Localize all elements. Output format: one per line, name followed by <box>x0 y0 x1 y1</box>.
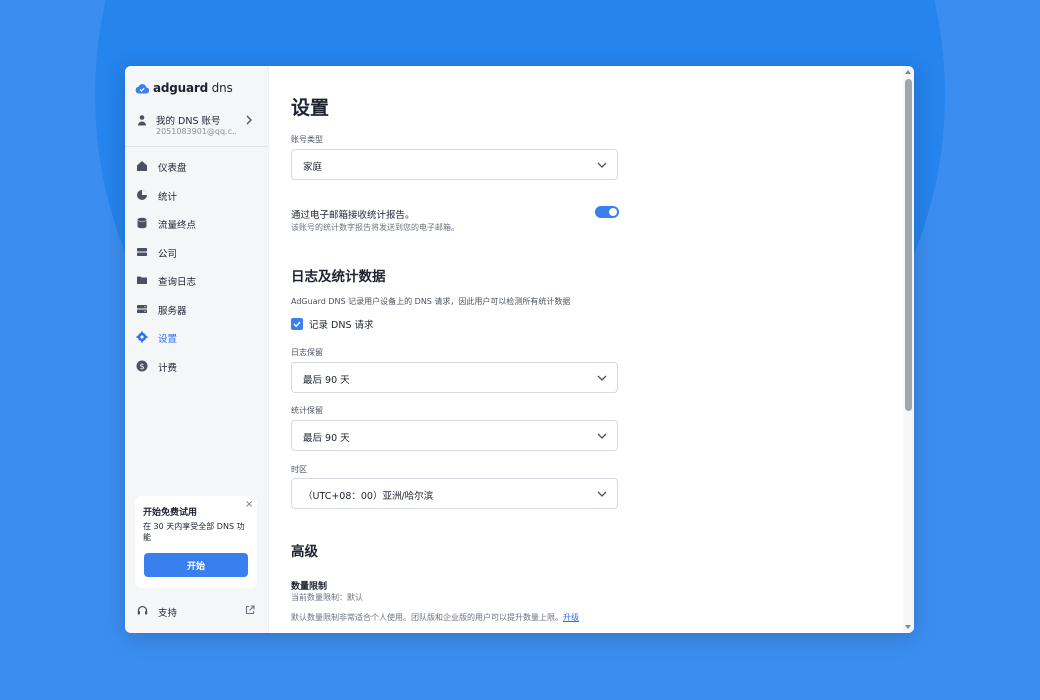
sidebar-item-label: 仪表盘 <box>158 163 187 174</box>
user-icon <box>138 115 146 126</box>
sidebar-item-label: 统计 <box>158 191 178 203</box>
headset-icon <box>137 605 148 615</box>
chevron-right-icon <box>246 115 252 125</box>
email-reports-description: 该账号的统计数字报告将发送到您的电子邮箱。 <box>291 223 459 232</box>
sidebar-item-label: 查询日志 <box>158 277 197 288</box>
email-reports-title: 通过电子邮箱接收统计报告。 <box>291 210 415 221</box>
upgrade-link[interactable]: 升级 <box>563 613 579 622</box>
brand-name: adguard dns <box>153 81 233 95</box>
scrollbar[interactable] <box>903 66 914 633</box>
scroll-thumb[interactable] <box>905 79 912 411</box>
trial-card: 开始免费试用 × 在 30 天内享受全部 DNS 功能 开始 <box>135 496 257 588</box>
close-icon[interactable]: × <box>245 499 253 510</box>
sidebar-item-label: 计费 <box>158 362 178 374</box>
trial-title: 开始免费试用 <box>143 508 198 518</box>
svg-text:$: $ <box>139 362 144 371</box>
sidebar-item-label: 服务器 <box>158 305 187 317</box>
sidebar-item-label: 公司 <box>158 248 178 260</box>
timezone-select[interactable]: （UTC+08：00）亚洲/哈尔滨 <box>291 478 618 509</box>
chevron-down-icon <box>597 433 607 439</box>
limit-current: 当前数量限制：默认 <box>291 593 363 602</box>
toggle-knob <box>609 208 617 216</box>
sidebar-item-company[interactable]: 公司 <box>125 238 268 267</box>
chevron-down-icon <box>597 491 607 497</box>
log-retention-label: 日志保留 <box>291 348 323 357</box>
chevron-down-icon <box>597 162 607 168</box>
stats-retention-label: 统计保留 <box>291 406 323 415</box>
logs-section-title: 日志及统计数据 <box>291 269 386 285</box>
advanced-section-title: 高级 <box>291 544 318 560</box>
limit-description-text: 默认数量限制非常适合个人使用。团队版和企业版的用户可以提升数量上限。 <box>291 613 563 622</box>
pie-chart-icon <box>137 189 147 200</box>
cloud-check-icon <box>135 83 149 94</box>
account-switcher[interactable]: 我的 DNS 账号 2051083901@qq.c... <box>125 108 268 147</box>
sidebar-item-servers[interactable]: 服务器 <box>125 295 268 324</box>
server-icon <box>137 247 147 256</box>
support-label: 支持 <box>158 608 178 619</box>
checkbox-checked <box>291 318 303 330</box>
trial-description: 在 30 天内享受全部 DNS 功能 <box>143 522 245 542</box>
account-type-value: 家庭 <box>303 162 323 173</box>
gear-icon <box>136 331 148 343</box>
log-retention-select[interactable]: 最后 90 天 <box>291 362 618 393</box>
page-title: 设置 <box>291 97 330 119</box>
sidebar-item-settings[interactable]: 设置 <box>125 323 268 352</box>
sidebar-item-billing[interactable]: $ 计费 <box>125 352 268 381</box>
logs-section-description: AdGuard DNS 记录用户设备上的 DNS 请求，因此用户可以检测所有统计… <box>291 297 571 306</box>
scroll-down-arrow-icon[interactable] <box>905 625 911 629</box>
home-icon <box>137 161 147 171</box>
folder-icon <box>137 276 147 284</box>
sidebar-item-dashboard[interactable]: 仪表盘 <box>125 152 268 181</box>
scroll-up-arrow-icon[interactable] <box>905 70 911 74</box>
log-retention-value: 最后 90 天 <box>303 375 350 386</box>
database-icon <box>137 217 147 229</box>
limit-title: 数量限制 <box>291 582 328 592</box>
sidebar-item-statistics[interactable]: 统计 <box>125 181 268 210</box>
logo[interactable]: adguard dns <box>135 81 233 95</box>
sidebar-item-query-log[interactable]: 查询日志 <box>125 266 268 295</box>
sidebar-item-label: 流量终点 <box>158 220 197 231</box>
sidebar-item-endpoints[interactable]: 流量终点 <box>125 209 268 238</box>
sidebar-item-support[interactable]: 支持 <box>125 600 268 622</box>
sidebar-nav: 仪表盘 统计 流量终点 公司 查询日志 服务器 设置 $ 计费 <box>125 152 268 380</box>
check-icon <box>293 321 301 328</box>
stats-retention-value: 最后 90 天 <box>303 433 350 444</box>
sidebar-item-label: 设置 <box>158 334 178 345</box>
stats-retention-select[interactable]: 最后 90 天 <box>291 420 618 451</box>
start-trial-button[interactable]: 开始 <box>144 553 248 577</box>
dollar-icon: $ <box>136 360 148 371</box>
log-dns-requests-checkbox[interactable]: 记录 DNS 请求 <box>291 317 374 331</box>
chevron-down-icon <box>597 375 607 381</box>
server-stack-icon <box>137 304 147 313</box>
account-name: 我的 DNS 账号 <box>156 116 221 127</box>
external-link-icon <box>245 605 255 615</box>
limit-description: 默认数量限制非常适合个人使用。团队版和企业版的用户可以提升数量上限。升级 <box>291 612 579 623</box>
app-window: adguard dns 我的 DNS 账号 2051083901@qq.c...… <box>125 66 914 633</box>
checkbox-label: 记录 DNS 请求 <box>309 320 374 331</box>
account-type-select[interactable]: 家庭 <box>291 149 618 180</box>
timezone-label: 时区 <box>291 465 307 474</box>
settings-page: 设置 账号类型 家庭 通过电子邮箱接收统计报告。 该账号的统计数字报告将发送到您… <box>269 66 905 633</box>
account-email: 2051083901@qq.c... <box>156 127 236 136</box>
timezone-value: （UTC+08：00）亚洲/哈尔滨 <box>303 491 434 502</box>
email-reports-toggle[interactable] <box>595 206 619 218</box>
account-type-label: 账号类型 <box>291 135 323 144</box>
sidebar: adguard dns 我的 DNS 账号 2051083901@qq.c...… <box>125 66 269 633</box>
